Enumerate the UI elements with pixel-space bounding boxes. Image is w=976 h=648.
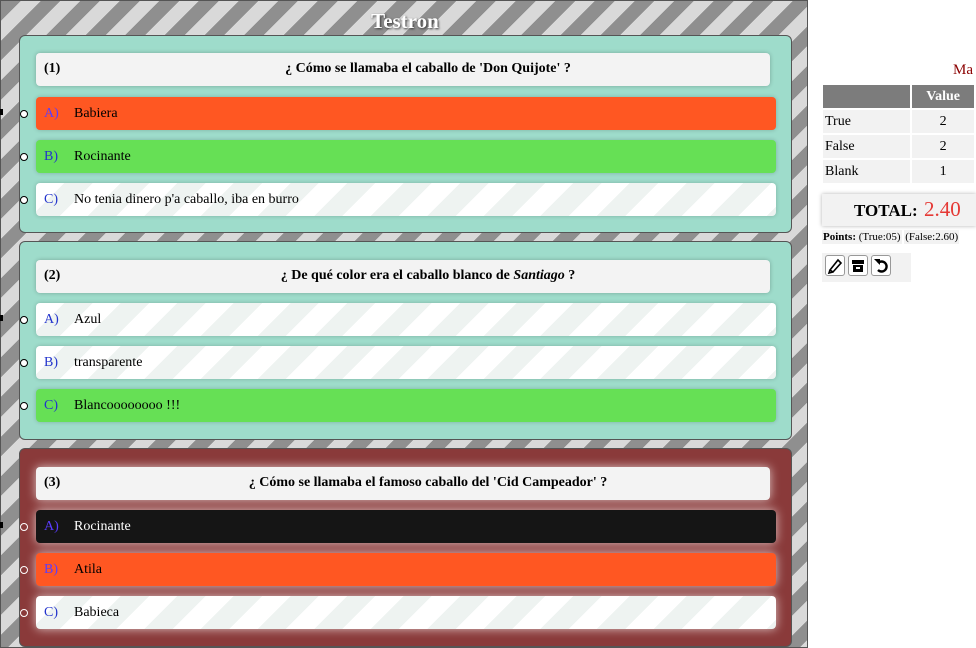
option-a[interactable]: A) Rocinante [20, 510, 776, 543]
option-b[interactable]: B) transparente [20, 346, 776, 379]
table-header-empty [823, 85, 911, 108]
option-text: Babiera [74, 106, 118, 121]
option-letter: A) [44, 312, 59, 327]
question-text: ¿ De qué color era el caballo blanco de … [280, 268, 576, 283]
points-true: (True:05) [858, 231, 901, 243]
question-card-2: (2) ¿ De qué color era el caballo blanco… [19, 241, 792, 440]
question-header: (1) ¿ Cómo se llamaba el caballo de 'Don… [36, 53, 770, 86]
option-text: Babieca [74, 605, 120, 620]
option-letter: B) [44, 355, 58, 370]
total-box: TOTAL: 2.40 [822, 194, 976, 226]
points-false: (False:2.60) [904, 230, 960, 244]
row-label: False [823, 135, 911, 158]
row-label: True [823, 110, 911, 133]
radio-button[interactable] [20, 609, 28, 617]
option-text: Blancoooooooo !!! [74, 398, 181, 413]
total-value: 2.40 [924, 197, 961, 221]
question-text: ¿ Cómo se llamaba el famoso caballo del … [248, 475, 608, 490]
edge-marker [0, 315, 3, 321]
row-value: 2 [912, 110, 974, 133]
table-row: Blank 1 [823, 160, 974, 183]
side-heading: Ma [953, 62, 973, 78]
points-label: Points: [823, 231, 856, 243]
total-label: TOTAL: [854, 201, 918, 220]
question-card-3: (3) ¿ Cómo se llamaba el famoso caballo … [19, 448, 792, 647]
option-b[interactable]: B) Atila [20, 553, 776, 586]
option-letter: A) [44, 106, 59, 121]
table-header-value: Value [912, 85, 974, 108]
option-c[interactable]: C) Babieca [20, 596, 776, 629]
question-number: (2) [44, 268, 61, 283]
option-c[interactable]: C) Blancoooooooo !!! [20, 389, 776, 422]
option-a[interactable]: A) Azul [20, 303, 776, 336]
option-text: No tenia dinero p'a caballo, iba en burr… [74, 192, 299, 207]
question-text: ¿ Cómo se llamaba el caballo de 'Don Qui… [285, 61, 571, 76]
quiz-panel: Testron (1) ¿ Cómo se llamaba el caballo… [0, 0, 808, 648]
option-text: transparente [74, 355, 143, 370]
option-text: Rocinante [74, 149, 131, 164]
option-text: Atila [74, 562, 102, 577]
app-title: Testron [371, 9, 439, 33]
question-emphasis: Santiago [513, 268, 565, 283]
option-letter: C) [44, 192, 58, 207]
question-card-1: (1) ¿ Cómo se llamaba el caballo de 'Don… [19, 35, 792, 233]
table-row: False 2 [823, 135, 974, 158]
option-letter: C) [44, 398, 58, 413]
table-row: True 2 [823, 110, 974, 133]
option-c[interactable]: C) No tenia dinero p'a caballo, iba en b… [20, 183, 776, 216]
option-letter: A) [44, 519, 59, 534]
row-value: 2 [912, 135, 974, 158]
radio-button[interactable] [20, 523, 28, 531]
radio-button[interactable] [20, 196, 28, 204]
edit-icon[interactable] [825, 255, 845, 276]
question-header: (3) ¿ Cómo se llamaba el famoso caballo … [36, 467, 770, 500]
radio-button[interactable] [20, 153, 28, 161]
points-info: Points: (True:05) (False:2.60) [822, 230, 960, 244]
radio-button[interactable] [20, 359, 28, 367]
question-header: (2) ¿ De qué color era el caballo blanco… [36, 260, 770, 293]
radio-button[interactable] [20, 402, 28, 410]
option-text: Azul [74, 312, 102, 327]
undo-icon[interactable] [871, 255, 891, 276]
row-label: Blank [823, 160, 911, 183]
option-b[interactable]: B) Rocinante [20, 140, 776, 173]
archive-icon[interactable] [848, 255, 868, 276]
option-a[interactable]: A) Babiera [20, 97, 776, 130]
edge-marker [0, 109, 3, 115]
option-letter: C) [44, 605, 58, 620]
radio-button[interactable] [20, 566, 28, 574]
option-letter: B) [44, 149, 58, 164]
option-letter: B) [44, 562, 58, 577]
results-table: Value True 2 False 2 Blank 1 [821, 83, 976, 185]
question-number: (1) [44, 61, 61, 76]
radio-button[interactable] [20, 110, 28, 118]
question-number: (3) [44, 475, 61, 490]
radio-button[interactable] [20, 316, 28, 324]
row-value: 1 [912, 160, 974, 183]
option-text: Rocinante [74, 519, 131, 534]
edge-marker [0, 522, 3, 528]
toolbar [822, 253, 911, 282]
